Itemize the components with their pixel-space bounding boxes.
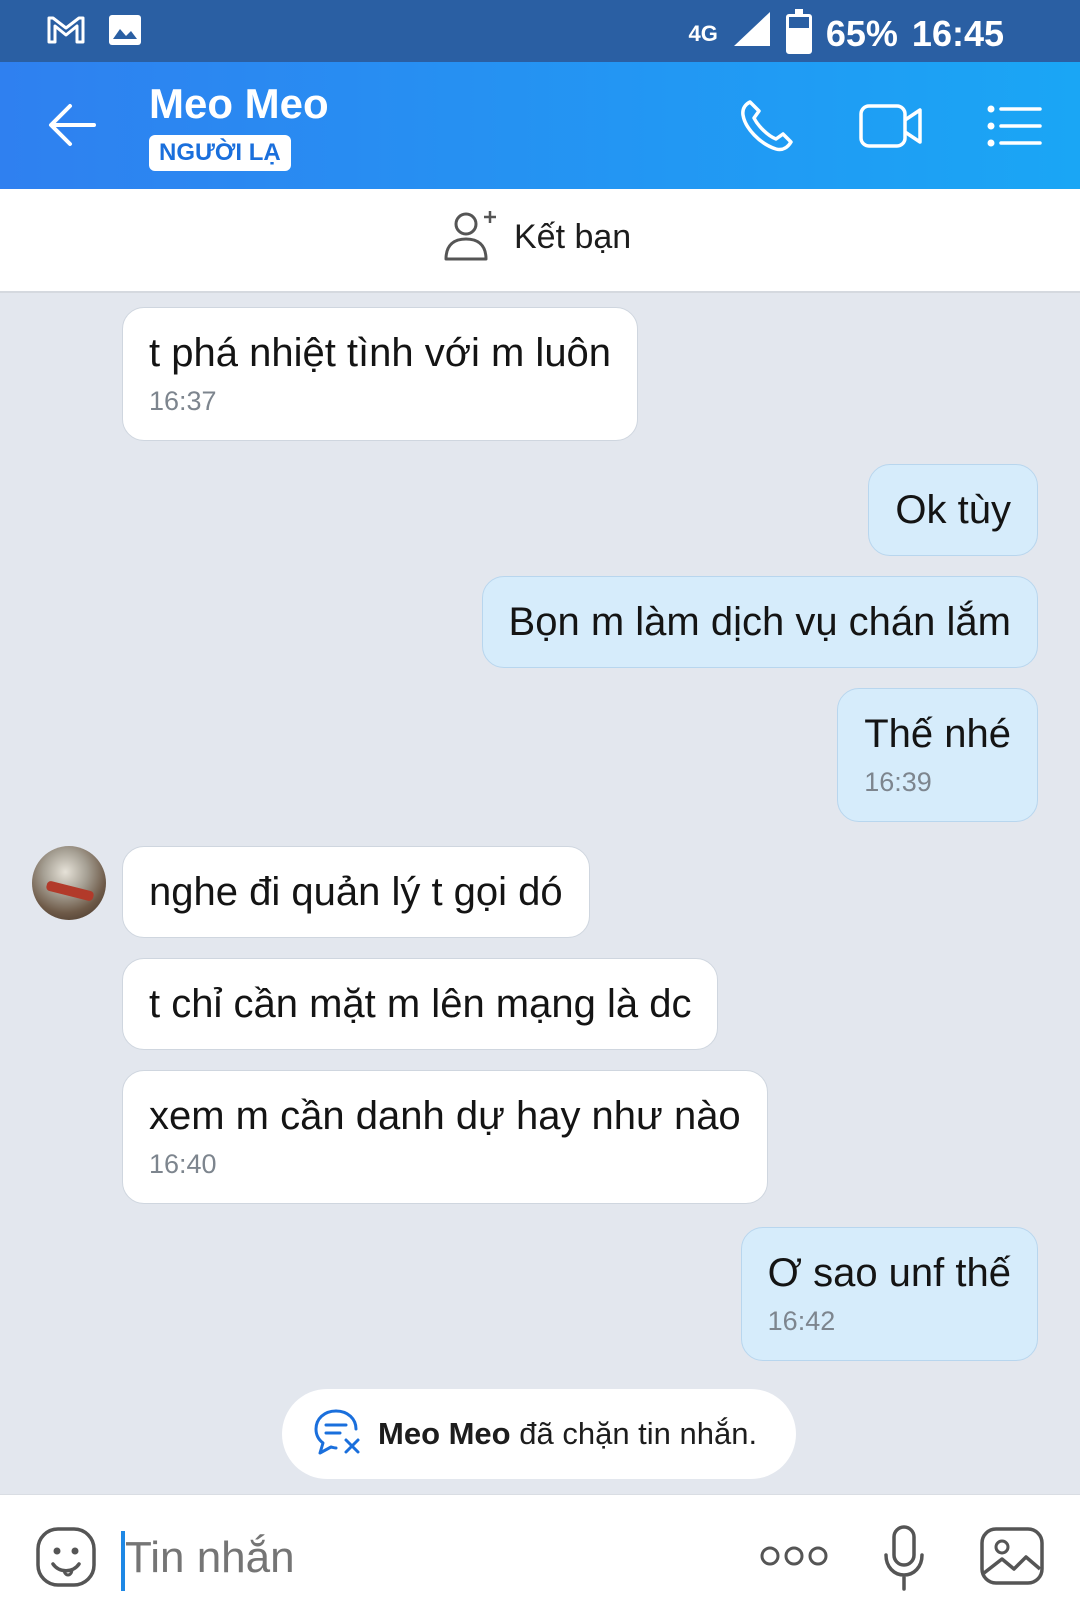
message-input-bar	[0, 1494, 1080, 1620]
message-text: Ơ sao unf thế	[767, 1251, 1011, 1295]
signal-icon	[732, 10, 772, 57]
gmail-icon	[46, 14, 86, 51]
message-input[interactable]	[125, 1533, 700, 1583]
add-friend-label: Kết bạn	[514, 218, 632, 256]
add-user-icon	[440, 207, 500, 268]
message-text: xem m cần danh dự hay như nào	[149, 1094, 741, 1138]
clock: 16:45	[911, 12, 1004, 54]
message-text: Thế nhé	[864, 712, 1011, 756]
chat-header: Meo Meo NGƯỜI LẠ	[0, 62, 1080, 189]
contact-name[interactable]: Meo Meo	[149, 80, 329, 128]
message-time: 16:37	[149, 386, 217, 416]
image-icon[interactable]	[978, 1525, 1046, 1587]
microphone-icon[interactable]	[880, 1523, 928, 1593]
message-bubble[interactable]: t chỉ cần mặt m lên mạng là dc	[122, 958, 719, 1050]
message-time: 16:40	[149, 1149, 217, 1179]
gallery-icon	[108, 14, 142, 51]
message-text: nghe đi quản lý t gọi dó	[149, 870, 563, 914]
message-bubble[interactable]: Ơ sao unf thế 16:42	[740, 1227, 1038, 1361]
more-options-icon[interactable]	[758, 1541, 830, 1571]
avatar[interactable]	[32, 846, 106, 920]
phone-icon[interactable]	[736, 96, 796, 156]
message-text: Bọn m làm dịch vụ chán lắm	[508, 600, 1011, 644]
add-friend-button[interactable]: Kết bạn	[440, 207, 631, 268]
blocked-notice: Meo Meo đã chặn tin nhắn.	[282, 1389, 796, 1479]
battery-percent: 65%	[825, 12, 898, 54]
stranger-badge: NGƯỜI LẠ	[149, 135, 291, 171]
battery-icon	[785, 8, 812, 54]
blocked-name: Meo Meo	[378, 1416, 511, 1451]
message-text: Ok tùy	[895, 488, 1011, 532]
message-time: 16:39	[864, 767, 932, 797]
video-camera-icon[interactable]	[858, 96, 922, 156]
menu-list-icon[interactable]	[984, 96, 1044, 156]
add-friend-bar: Kết bạn	[0, 189, 1080, 293]
blocked-message-icon	[312, 1407, 364, 1462]
message-bubble[interactable]: Bọn m làm dịch vụ chán lắm	[481, 576, 1038, 668]
network-type: 4G	[688, 20, 718, 46]
message-bubble[interactable]: Thế nhé 16:39	[837, 688, 1038, 822]
status-bar: 4G 65% 16:45	[0, 0, 1080, 62]
message-bubble[interactable]: nghe đi quản lý t gọi dó	[122, 846, 590, 938]
message-bubble[interactable]: xem m cần danh dự hay như nào 16:40	[122, 1070, 768, 1204]
blocked-suffix: đã chặn tin nhắn.	[510, 1416, 758, 1451]
back-arrow-icon[interactable]	[44, 100, 100, 150]
message-time: 16:42	[767, 1306, 836, 1336]
blocked-text: Meo Meo đã chặn tin nhắn.	[378, 1416, 757, 1452]
message-bubble[interactable]: Ok tùy	[868, 464, 1038, 556]
emoji-icon[interactable]	[34, 1525, 98, 1589]
message-text: t phá nhiệt tình với m luôn	[149, 331, 612, 375]
message-bubble[interactable]: t phá nhiệt tình với m luôn 16:37	[122, 307, 639, 441]
message-text: t chỉ cần mặt m lên mạng là dc	[149, 982, 692, 1026]
